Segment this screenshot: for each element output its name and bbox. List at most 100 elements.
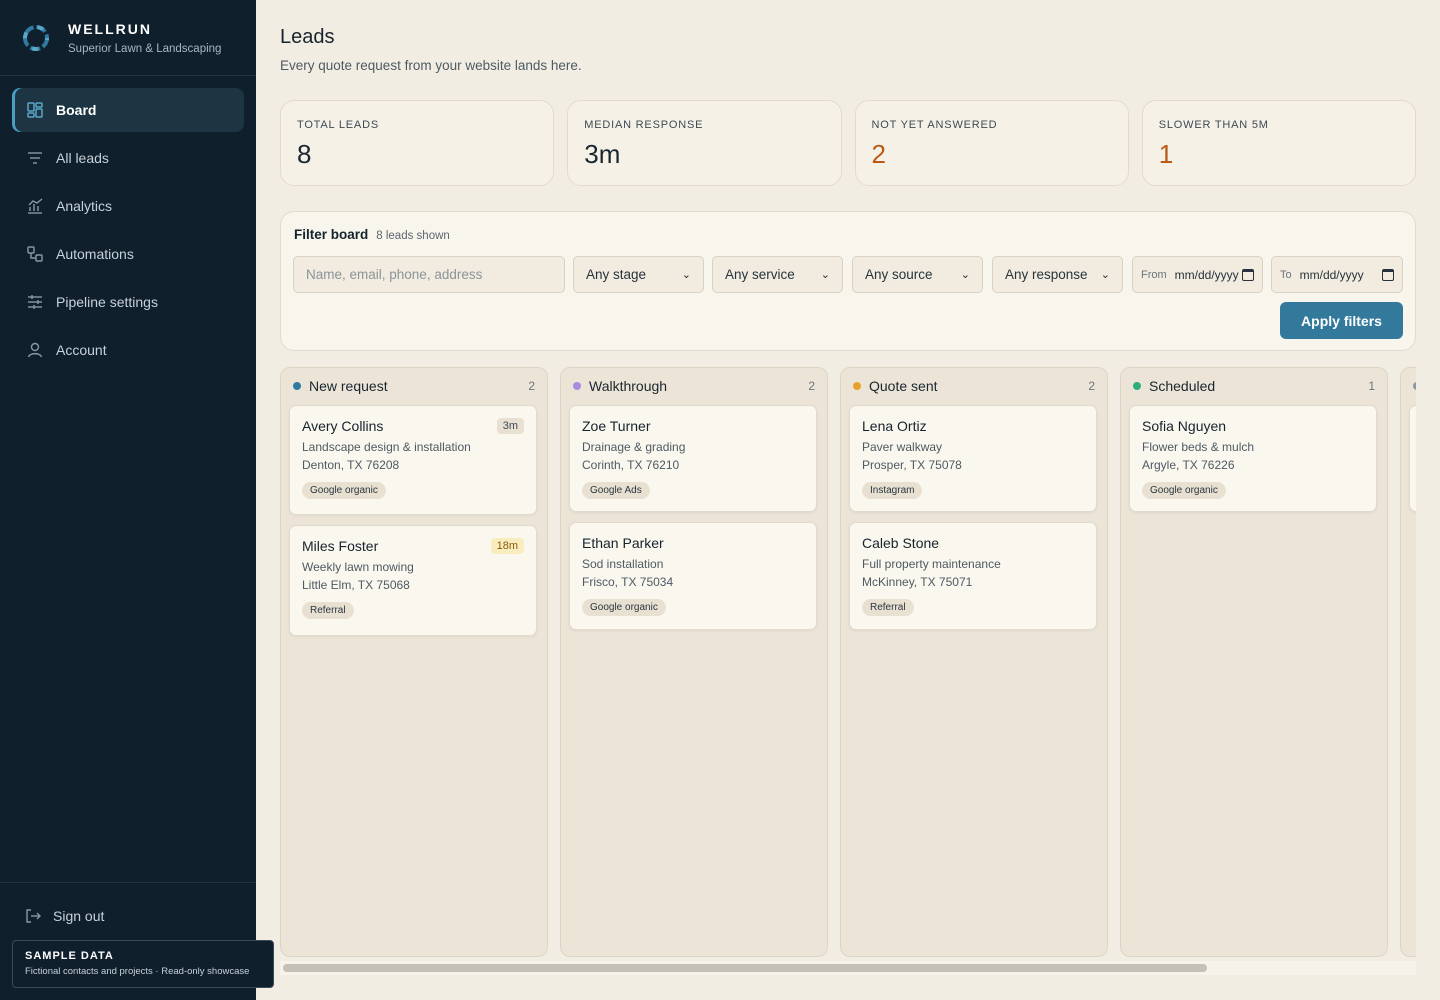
sign-out-button[interactable]: Sign out: [24, 907, 104, 925]
stat-label: SLOWER THAN 5M: [1158, 119, 1269, 131]
sidebar-item-analytics[interactable]: Analytics: [12, 184, 244, 228]
column-quote-sent: Quote sent 2 Lena Ortiz Paver walkway Pr…: [840, 367, 1108, 957]
lead-card[interactable]: Zoe Turner Drainage & grading Corinth, T…: [569, 405, 817, 512]
sidebar-item-automations[interactable]: Automations: [12, 232, 244, 276]
page-subtitle: Every quote request from your website la…: [280, 58, 582, 73]
lead-source-badge: Google organic: [1142, 482, 1226, 499]
lead-card[interactable]: Sofia Nguyen Flower beds & mulch Argyle,…: [1129, 405, 1377, 512]
lead-address: McKinney, TX 75071: [862, 575, 973, 589]
lead-card[interactable]: Caleb Stone Full property maintenance Mc…: [849, 522, 1097, 630]
response-time-badge: 3m: [496, 418, 524, 434]
stat-value: 8: [297, 139, 312, 169]
lead-card[interactable]: Ethan Parker Sod installation Frisco, TX…: [569, 522, 817, 630]
column-count: 2: [808, 379, 815, 393]
sidebar-item-label: Account: [56, 342, 107, 358]
sidebar-item-label: Pipeline settings: [56, 294, 158, 310]
brand: WELLRUN Superior Lawn & Landscaping: [0, 0, 256, 76]
lead-card[interactable]: Miles Foster Weekly lawn mowing Little E…: [289, 525, 537, 636]
column-title: Quote sent: [869, 378, 938, 394]
lead-address: Prosper, TX 75078: [862, 458, 962, 472]
from-date-label: From: [1141, 268, 1167, 281]
sample-data-title: SAMPLE DATA: [25, 950, 114, 962]
lead-name: Sofia Nguyen: [1142, 418, 1227, 434]
column-title: New request: [309, 378, 388, 394]
lead-name: Lena Ortiz: [862, 418, 927, 434]
from-date-value: mm/dd/yyyy: [1174, 267, 1239, 282]
sidebar-item-account[interactable]: Account: [12, 328, 244, 372]
lead-card[interactable]: [1409, 405, 1416, 512]
brand-subtitle: Superior Lawn & Landscaping: [68, 42, 222, 55]
sign-out-icon: [26, 909, 41, 923]
sidebar: WELLRUN Superior Lawn & Landscaping Boar…: [0, 0, 274, 1000]
sidebar-item-board[interactable]: Board: [12, 88, 244, 132]
column-partial: [1400, 367, 1416, 957]
sign-out-label: Sign out: [53, 908, 105, 924]
lead-source-badge: Referral: [302, 602, 354, 619]
scrollbar-thumb[interactable]: [283, 964, 1207, 972]
response-select[interactable]: Any response ⌄: [992, 256, 1123, 293]
stat-label: MEDIAN RESPONSE: [584, 119, 704, 131]
sample-data-badge: SAMPLE DATA Fictional contacts and proje…: [12, 940, 274, 988]
page-title: Leads: [280, 26, 335, 48]
status-dot: [1413, 382, 1416, 390]
column-header: Walkthrough 2: [561, 368, 827, 404]
sidebar-item-pipeline-settings[interactable]: Pipeline settings: [12, 280, 244, 324]
filter-list-icon: [26, 149, 44, 167]
chevron-down-icon: ⌄: [1100, 269, 1110, 281]
chevron-down-icon: ⌄: [820, 269, 830, 281]
lead-service: Drainage & grading: [582, 440, 686, 454]
sliders-icon: [26, 293, 44, 311]
filter-title: Filter board: [294, 227, 369, 242]
lead-address: Little Elm, TX 75068: [302, 578, 410, 592]
calendar-icon[interactable]: [1382, 268, 1394, 281]
lead-name: Caleb Stone: [862, 535, 940, 551]
chevron-down-icon: ⌄: [681, 269, 691, 281]
filter-panel: Filter board 8 leads shown Name, email, …: [280, 211, 1416, 351]
lead-service: Sod installation: [582, 557, 664, 571]
chevron-down-icon: ⌄: [960, 269, 970, 281]
analytics-chart-icon: [26, 197, 44, 215]
lead-service: Full property maintenance: [862, 557, 1001, 571]
stage-select[interactable]: Any stage ⌄: [573, 256, 704, 293]
stat-card-not-yet-answered: NOT YET ANSWERED 2: [854, 100, 1129, 186]
column-header: Quote sent 2: [841, 368, 1107, 404]
lead-source-badge: Google Ads: [582, 482, 650, 499]
column-count: 2: [528, 379, 535, 393]
lead-address: Frisco, TX 75034: [582, 575, 674, 589]
lead-service: Paver walkway: [862, 440, 943, 454]
main-content: Leads Every quote request from your webs…: [280, 0, 1416, 1000]
response-time-badge: 18m: [490, 538, 524, 554]
response-select-value: Any response: [1005, 267, 1088, 282]
stats-row: TOTAL LEADS 8 MEDIAN RESPONSE 3m NOT YET…: [280, 100, 1416, 186]
lead-address: Corinth, TX 76210: [582, 458, 680, 472]
board-scrollbar[interactable]: [280, 961, 1416, 975]
column-scheduled: Scheduled 1 Sofia Nguyen Flower beds & m…: [1120, 367, 1388, 957]
lead-address: Argyle, TX 76226: [1142, 458, 1235, 472]
apply-filters-button[interactable]: Apply filters: [1280, 302, 1403, 339]
to-date-input[interactable]: To mm/dd/yyyy: [1271, 256, 1403, 293]
stat-value: 1: [1158, 139, 1174, 169]
search-input[interactable]: Name, email, phone, address: [293, 256, 565, 293]
column-walkthrough: Walkthrough 2 Zoe Turner Drainage & grad…: [560, 367, 828, 957]
lead-card[interactable]: Avery Collins Landscape design & install…: [289, 405, 537, 515]
sidebar-item-label: All leads: [56, 150, 109, 166]
column-title: Walkthrough: [589, 378, 668, 394]
sidebar-item-all-leads[interactable]: All leads: [12, 136, 244, 180]
column-header: New request 2: [281, 368, 547, 404]
stat-value: 3m: [584, 139, 621, 169]
lead-service: Weekly lawn mowing: [302, 560, 414, 574]
column-count: 2: [1088, 379, 1095, 393]
to-date-label: To: [1280, 268, 1292, 281]
from-date-input[interactable]: From mm/dd/yyyy: [1132, 256, 1263, 293]
lead-card[interactable]: Lena Ortiz Paver walkway Prosper, TX 750…: [849, 405, 1097, 512]
source-select[interactable]: Any source ⌄: [852, 256, 983, 293]
column-header: Scheduled 1: [1121, 368, 1387, 404]
sidebar-item-label: Analytics: [56, 198, 113, 214]
stat-label: NOT YET ANSWERED: [871, 119, 998, 131]
lead-service: Flower beds & mulch: [1142, 440, 1255, 454]
sidebar-nav: Board All leads Analytics Automations Pi…: [0, 76, 256, 372]
stat-card-median-response: MEDIAN RESPONSE 3m: [567, 100, 842, 186]
stat-value: 2: [871, 139, 886, 169]
service-select[interactable]: Any service ⌄: [712, 256, 843, 293]
calendar-icon[interactable]: [1242, 268, 1254, 281]
